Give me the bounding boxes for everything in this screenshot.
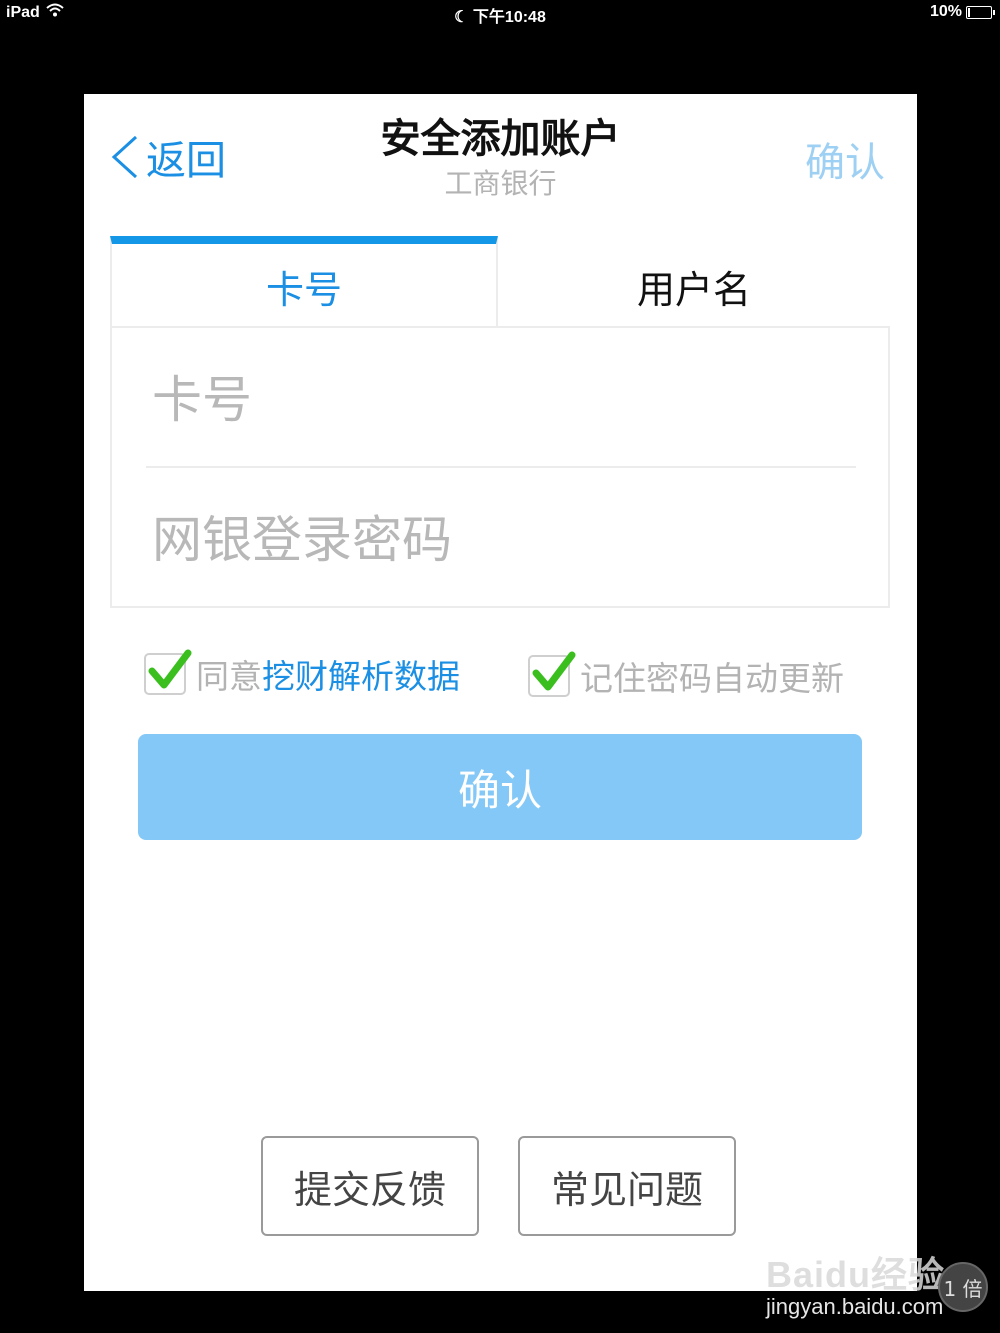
remember-checkbox[interactable] bbox=[528, 651, 576, 697]
status-right: 10% bbox=[929, 3, 995, 21]
battery-fill bbox=[968, 7, 970, 17]
battery-icon bbox=[966, 5, 995, 19]
agree-option[interactable]: 同意挖财解析数据 bbox=[144, 649, 460, 698]
zoom-badge[interactable]: 1 倍 bbox=[938, 1262, 988, 1312]
login-form bbox=[110, 326, 890, 608]
options-row: 同意挖财解析数据 记住密码自动更新 bbox=[144, 646, 884, 698]
remember-label: 记住密码自动更新 bbox=[580, 659, 844, 698]
add-account-panel: 返回 安全添加账户 工商银行 确认 卡号 用户名 同意挖财解析数据 记住密码自动… bbox=[84, 94, 917, 1291]
battery-percent: 10% bbox=[929, 3, 962, 20]
field-divider bbox=[146, 466, 856, 468]
password-input[interactable] bbox=[150, 504, 854, 576]
watermark-logo: Baidu经验 bbox=[766, 1254, 946, 1295]
checkmark-icon bbox=[148, 649, 192, 689]
moon-icon: ☾ bbox=[454, 9, 469, 26]
agree-checkbox[interactable] bbox=[144, 649, 192, 695]
status-center: ☾ 下午10:48 bbox=[0, 3, 1000, 27]
card-number-input[interactable] bbox=[150, 364, 854, 436]
baidu-watermark: Baidu经验 jingyan.baidu.com bbox=[766, 1246, 945, 1320]
data-parse-link[interactable]: 挖财解析数据 bbox=[262, 657, 460, 696]
agree-prefix: 同意 bbox=[196, 657, 262, 696]
bank-subtitle: 工商银行 bbox=[444, 167, 557, 200]
clock: 下午10:48 bbox=[472, 9, 546, 26]
faq-button[interactable]: 常见问题 bbox=[518, 1136, 736, 1236]
confirm-button[interactable]: 确认 bbox=[138, 734, 862, 840]
feedback-button[interactable]: 提交反馈 bbox=[261, 1136, 479, 1236]
tab-card-number[interactable]: 卡号 bbox=[110, 236, 498, 328]
page-title: 安全添加账户 bbox=[380, 116, 621, 162]
checkmark-icon bbox=[532, 651, 576, 691]
remember-option[interactable]: 记住密码自动更新 bbox=[528, 651, 844, 700]
status-bar: iPad ☾ 下午10:48 10% bbox=[0, 0, 1000, 26]
tab-username[interactable]: 用户名 bbox=[498, 236, 890, 328]
header-confirm-button[interactable]: 确认 bbox=[805, 130, 885, 188]
login-type-tabs: 卡号 用户名 bbox=[110, 236, 890, 328]
